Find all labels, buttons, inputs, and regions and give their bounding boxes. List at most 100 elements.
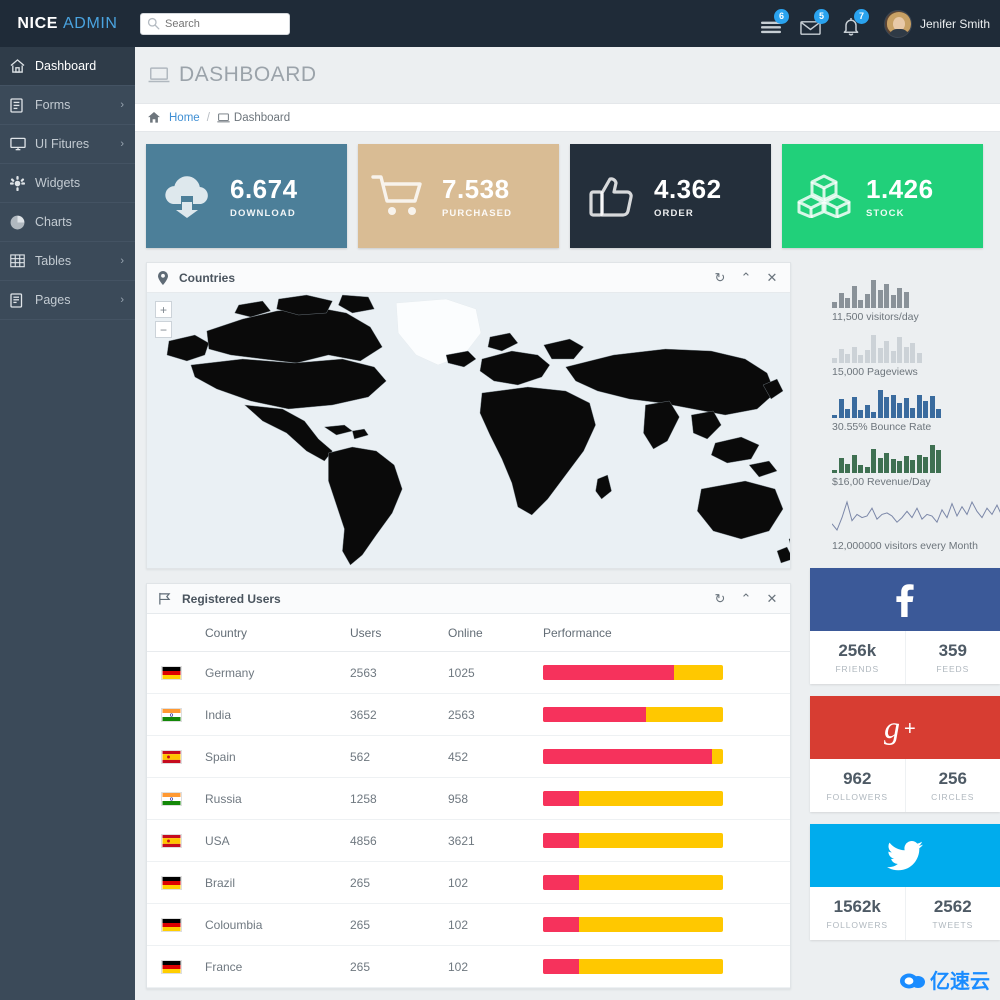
performance-bar [543, 959, 723, 974]
sparkline-label: 30.55% Bounce Rate [832, 421, 932, 433]
table-row[interactable]: Coloumbia 265 102 [147, 903, 790, 946]
sidebar-item-label: Tables [35, 254, 72, 268]
performance-bar-red-segment [543, 875, 579, 890]
users-count-cell: 1258 [350, 777, 448, 820]
sidebar-item-forms[interactable]: Forms › [0, 86, 135, 125]
performance-bar [543, 791, 723, 806]
table-row[interactable]: Russia 1258 958 [147, 777, 790, 820]
online-count-cell: 102 [448, 861, 543, 904]
social-stat: 1562k FOLLOWERS [810, 887, 905, 940]
social-stat-value: 256 [938, 769, 967, 788]
country-name-cell: Coloumbia [205, 903, 350, 946]
close-icon[interactable]: ✕ [759, 586, 785, 612]
shopping-cart-icon [358, 174, 442, 218]
sparkline-bars [832, 445, 1000, 473]
online-count-cell: 102 [448, 903, 543, 946]
watermark: 亿速云 [900, 965, 990, 994]
home-icon [10, 58, 29, 74]
sidebar-item-pages[interactable]: Pages › [0, 281, 135, 320]
country-name-cell: Spain [205, 735, 350, 778]
sidebar-item-widgets[interactable]: Widgets [0, 164, 135, 203]
tasks-badge: 6 [773, 8, 789, 24]
sidebar-item-label: Dashboard [35, 59, 97, 73]
search-input[interactable] [140, 12, 290, 35]
table-row[interactable]: USA 4856 3621 [147, 819, 790, 862]
country-name-cell: USA [205, 819, 350, 862]
table-row[interactable]: France 265 102 [147, 945, 790, 988]
stat-card-download[interactable]: 6.674 DOWNLOAD [146, 144, 347, 248]
performance-bar [543, 665, 723, 680]
table-body: Germany 2563 1025 India 3652 2563 Spain 562 452 R… [147, 651, 790, 988]
right-sidebar: 11,500 visitors/day 15,000 Pageviews 30.55… [810, 0, 1000, 940]
online-count-cell: 1025 [448, 651, 543, 694]
country-name-cell: Germany [205, 651, 350, 694]
map-marker-icon [158, 270, 168, 285]
social-widget-google-plus[interactable]: g +962 FOLLOWERS 256 CIRCLES [810, 696, 1000, 812]
countries-panel-header: Countries ↻ ⌃ ✕ [147, 263, 790, 293]
social-stat-value: 2562 [933, 897, 972, 916]
stat-card-label: ORDER [654, 207, 694, 219]
social-widget-facebook[interactable]: 256k FRIENDS 359 FEEDS [810, 568, 1000, 684]
thumbs-up-icon [570, 173, 654, 219]
social-stat-label: CIRCLES [931, 792, 975, 802]
country-flag-cell [147, 651, 205, 694]
sparkline-bars [832, 390, 1000, 418]
table-row[interactable]: India 3652 2563 [147, 693, 790, 736]
close-icon[interactable]: ✕ [759, 265, 785, 291]
country-flag-cell [147, 903, 205, 946]
search-icon [147, 17, 160, 30]
table-row[interactable]: Brazil 265 102 [147, 861, 790, 904]
breadcrumb-separator: / [206, 111, 210, 124]
refresh-icon[interactable]: ↻ [707, 265, 733, 291]
stat-card-value: 7.538 [442, 173, 510, 204]
stat-card-value: 4.362 [654, 173, 722, 204]
performance-bar-red-segment [543, 791, 579, 806]
sparkline-label: 15,000 Pageviews [832, 366, 918, 378]
sidebar-item-label: Forms [35, 98, 71, 112]
stat-card-purchased[interactable]: 7.538 PURCHASED [358, 144, 559, 248]
map-zoom-in-button[interactable]: + [155, 301, 172, 318]
monitor-icon [10, 136, 29, 152]
brand-logo[interactable]: NICE ADMIN [0, 0, 135, 47]
social-stat: 359 FEEDS [904, 631, 1000, 684]
tasks-icon[interactable]: 6 [760, 8, 789, 36]
refresh-icon[interactable]: ↻ [707, 586, 733, 612]
users-panel-tools: ↻ ⌃ ✕ [707, 586, 785, 612]
stat-card-order[interactable]: 4.362 ORDER [570, 144, 771, 248]
performance-bar [543, 749, 723, 764]
online-count-cell: 102 [448, 945, 543, 988]
country-flag-cell [147, 735, 205, 778]
users-count-cell: 3652 [350, 693, 448, 736]
countries-panel-tools: ↻ ⌃ ✕ [707, 265, 785, 291]
table-row[interactable]: Spain 562 452 [147, 735, 790, 778]
table-row[interactable]: Germany 2563 1025 [147, 651, 790, 694]
collapse-icon[interactable]: ⌃ [733, 265, 759, 291]
social-widget-twitter[interactable]: 1562k FOLLOWERS 2562 TWEETS [810, 824, 1000, 940]
sidebar-item-charts[interactable]: Charts [0, 203, 135, 242]
table-column-header: Users [350, 614, 448, 652]
sparkline-label: 11,500 visitors/day [832, 311, 919, 323]
svg-text:+: + [904, 718, 916, 740]
sparkline-widget: 30.55% Bounce Rate [810, 382, 1000, 437]
collapse-icon[interactable]: ⌃ [733, 586, 759, 612]
sidebar: Dashboard Forms › UI Fitures › Widgets Charts T… [0, 47, 135, 1000]
performance-bar-red-segment [543, 833, 579, 848]
users-count-cell: 265 [350, 903, 448, 946]
sidebar-item-ui-fitures[interactable]: UI Fitures › [0, 125, 135, 164]
breadcrumb-home-link[interactable]: Home [169, 112, 200, 124]
sparkline-widget: 15,000 Pageviews [810, 327, 1000, 382]
table-column-header: Online [448, 614, 543, 652]
sidebar-item-dashboard[interactable]: Dashboard [0, 47, 135, 86]
social-stat-label: FOLLOWERS [826, 792, 888, 802]
users-panel-title: Registered Users [182, 591, 281, 606]
sparkline-label: $16,00 Revenue/Day [832, 476, 931, 488]
map-zoom-out-button[interactable]: − [155, 321, 172, 338]
performance-cell [543, 861, 790, 904]
performance-bar-red-segment [543, 959, 579, 974]
world-map[interactable]: + − [147, 293, 790, 568]
spain-flag [161, 833, 205, 848]
search-box[interactable] [140, 12, 290, 35]
users-count-cell: 562 [350, 735, 448, 778]
sparkline-widget: 12,000000 visitors every Month [810, 492, 1000, 556]
sidebar-item-tables[interactable]: Tables › [0, 242, 135, 281]
